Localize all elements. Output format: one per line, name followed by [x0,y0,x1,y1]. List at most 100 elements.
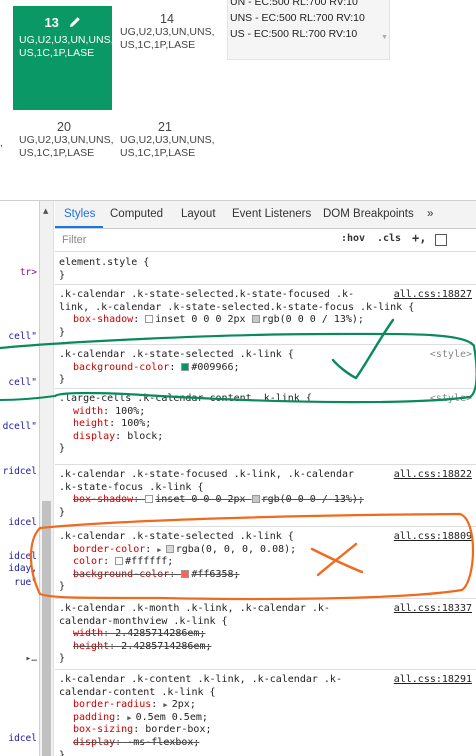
color-swatch[interactable] [115,557,124,566]
property-name[interactable]: background-color [73,362,169,373]
property-name[interactable]: border-radius [73,699,151,710]
filter-input[interactable]: Filter [62,234,86,246]
calendar-day-13-selected[interactable]: 13 UG,U2,U3,UN,UNS, US,1C,1P,LASE [13,6,114,110]
declaration[interactable]: color: #ffffff; [59,556,476,569]
cls-toggle[interactable]: .cls [377,233,401,244]
property-value[interactable]: -ms-flexbox; [127,737,199,748]
rule-source-link[interactable]: <style> [430,393,472,406]
declaration[interactable]: height: 100%; [59,418,476,431]
schedule-item[interactable]: UN - EC:500 RL:700 RV:10 [230,0,358,8]
property-value[interactable]: 2px; [172,699,196,710]
property-value[interactable]: border-box; [145,724,211,735]
property-name[interactable]: height [73,418,109,429]
property-name[interactable]: width [73,628,103,639]
dom-fragment[interactable]: idcel [8,733,37,744]
dom-fragment[interactable]: dcell" [3,421,37,432]
dom-fragment[interactable]: cell" [8,377,37,388]
shadow-editor-icon[interactable] [145,315,154,324]
dom-fragment[interactable]: rue" [14,577,37,588]
declaration[interactable]: box-shadow: inset 0 0 0 2px rgb(0 0 0 / … [59,494,476,507]
schedule-item[interactable]: UNS - EC:500 RL:700 RV:10 [230,12,365,24]
style-rule[interactable]: element.style {} [55,255,476,285]
calendar-day-20[interactable]: 20 UG,U2,U3,UN,UNS, US,1C,1P,LASE [19,120,119,160]
rule-source-link[interactable]: all.css:18822 [394,469,472,482]
rule-selector[interactable]: link, .k-calendar .k-state-selected.k-st… [59,302,476,315]
expand-triangle-icon[interactable]: ▶ [163,701,171,709]
declaration[interactable]: background-color: #009966; [59,362,476,375]
tab-layout[interactable]: Layout [181,208,216,220]
rule-source-link[interactable]: all.css:18827 [394,289,472,302]
schedule-item[interactable]: US - EC:500 RL:700 RV:10 [230,28,357,40]
style-rule[interactable]: .k-calendar .k-state-selected .k-link {b… [55,347,476,389]
rule-source-link[interactable]: all.css:18337 [394,603,472,616]
declaration[interactable]: box-sizing: border-box; [59,724,476,737]
declaration[interactable]: display: -ms-flexbox; [59,737,476,750]
declaration[interactable]: width: 100%; [59,406,476,419]
shadow-editor-icon[interactable] [145,495,154,504]
property-value[interactable]: #ff6358; [191,569,239,580]
rule-selector[interactable]: calendar-monthview .k-link { [59,616,476,629]
property-value[interactable]: #ffffff; [125,556,173,567]
color-swatch[interactable] [251,315,260,324]
property-value[interactable]: 2.4285714286em; [121,641,211,652]
tab-dom-breakpoints[interactable]: DOM Breakpoints [323,208,414,220]
dom-fragment[interactable]: ▸… [26,653,37,664]
toggle-sidebar-icon[interactable] [435,234,447,246]
hov-toggle[interactable]: :hov [341,233,365,244]
rule-source-link[interactable]: all.css:18809 [394,531,472,544]
property-value[interactable]: #009966; [191,362,239,373]
property-value[interactable]: 100%; [115,406,145,417]
schedule-listbox[interactable]: UN - EC:500 RL:700 RV:10 UNS - EC:500 RL… [227,0,390,60]
property-value[interactable]: 0.5em 0.5em; [136,712,208,723]
style-rule[interactable]: .k-calendar .k-state-selected .k-link {b… [55,529,476,599]
dom-fragment[interactable]: cell" [8,331,37,342]
style-rule[interactable]: .k-calendar .k-content .k-link, .k-calen… [55,672,476,756]
declaration[interactable]: border-radius: ▶ 2px; [59,699,476,712]
rule-source-link[interactable]: <style> [430,349,472,362]
color-swatch[interactable] [165,544,174,553]
style-rule[interactable]: .large-cells .k-calendar-content .k-link… [55,391,476,465]
property-name[interactable]: color [73,556,103,567]
scrollbar-thumb[interactable] [42,501,51,756]
color-swatch[interactable] [181,362,190,371]
declaration[interactable]: display: block; [59,431,476,444]
listbox-scrollbar[interactable]: ▼ [379,0,389,60]
rule-selector[interactable]: .large-cells .k-calendar-content .k-link… [59,393,476,406]
property-name[interactable]: height [73,641,109,652]
declaration[interactable]: background-color: #ff6358; [59,569,476,582]
dom-fragment[interactable]: tr> [20,267,37,278]
property-name[interactable]: padding [73,712,115,723]
property-name[interactable]: display [73,431,115,442]
dom-fragment[interactable]: ridcel [3,466,37,477]
style-rule[interactable]: .k-calendar .k-month .k-link, .k-calenda… [55,601,476,670]
scroll-down-icon[interactable]: ▼ [381,34,388,41]
rule-selector[interactable]: calendar-content .k-link { [59,687,476,700]
elements-scrollbar[interactable]: ▲ [40,201,54,756]
rule-selector[interactable]: .k-calendar .k-state-selected .k-link { [59,349,476,362]
property-value[interactable]: 2.4285714286em; [115,628,205,639]
property-name[interactable]: box-shadow [73,314,133,325]
rule-selector[interactable]: element.style { [59,257,476,270]
property-value[interactable]: inset 0 0 0 2px [155,494,251,505]
style-rule[interactable]: .k-calendar .k-state-selected.k-state-fo… [55,287,476,345]
property-name[interactable]: width [73,406,103,417]
property-value[interactable]: 100%; [121,418,151,429]
new-rule-button[interactable]: +, [412,231,426,245]
property-name[interactable]: box-sizing [73,724,133,735]
style-rule[interactable]: .k-calendar .k-state-focused .k-link, .k… [55,467,476,527]
expand-triangle-icon[interactable]: ▶ [157,546,165,554]
dom-fragment[interactable]: iday, [8,563,37,574]
rule-selector[interactable]: .k-state-focus .k-link { [59,482,476,495]
property-name[interactable]: border-color [73,544,145,555]
calendar-day-21[interactable]: 21 UG,U2,U3,UN,UNS, US,1C,1P,LASE [120,120,220,160]
calendar-day-14[interactable]: 14 UG,U2,U3,UN,UNS, US,1C,1P,LASE [120,12,220,52]
tab-event-listeners[interactable]: Event Listeners [232,208,311,220]
property-value[interactable]: rgb(0 0 0 / 13%); [262,494,364,505]
dom-fragment[interactable]: idcel [8,517,37,528]
tab-styles[interactable]: Styles [64,208,95,220]
declaration[interactable]: width: 2.4285714286em; [59,628,476,641]
scroll-up-icon[interactable]: ▲ [43,207,48,215]
rule-source-link[interactable]: all.css:18291 [394,674,472,687]
expand-triangle-icon[interactable]: ▶ [127,714,135,722]
declaration[interactable]: padding: ▶ 0.5em 0.5em; [59,712,476,725]
